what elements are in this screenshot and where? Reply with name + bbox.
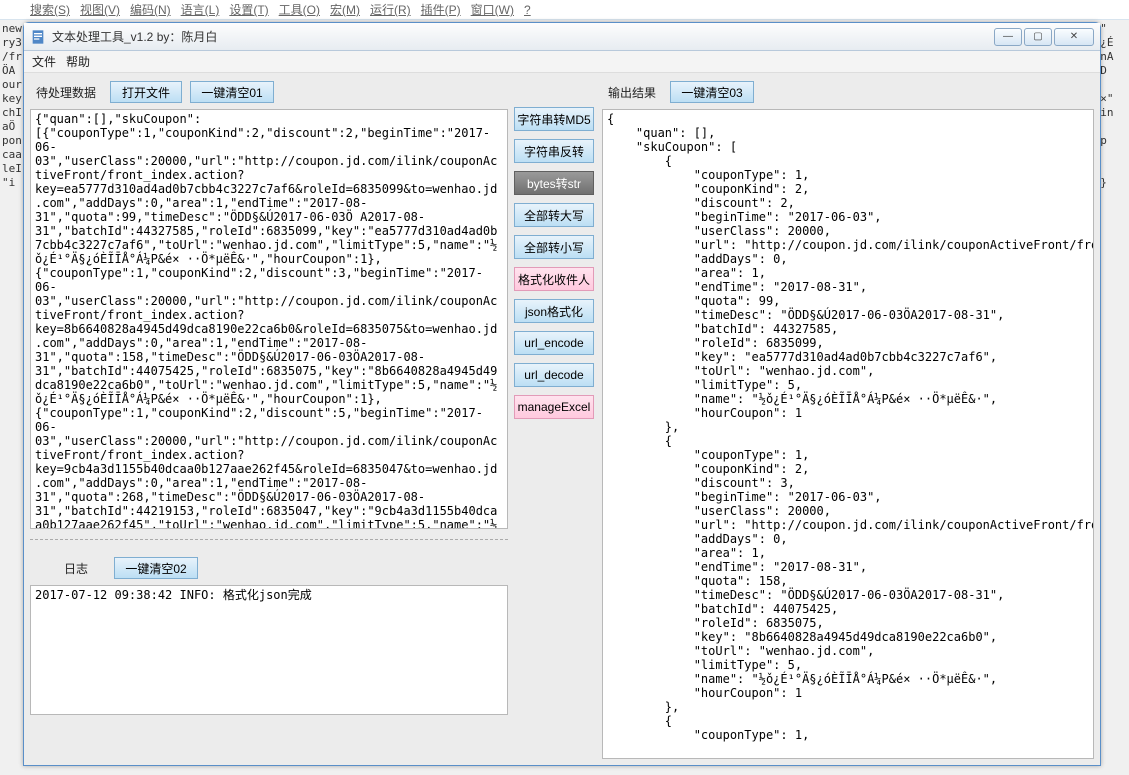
action-button-9[interactable]: manageExcel: [514, 395, 594, 419]
bg-menu-item[interactable]: 运行(R): [370, 1, 411, 18]
clear-output-button[interactable]: 一键清空03: [670, 81, 754, 103]
action-button-column: 字符串转MD5 字符串反转 bytes转str 全部转大写全部转小写格式化收件人 jso…: [514, 79, 596, 759]
background-menu-row: 搜索(S) 视图(V) 编码(N) 语言(L) 设置(T) 工具(O) 宏(M) 运行(R) 插…: [0, 0, 1129, 20]
action-button-6[interactable]: json格式化: [514, 299, 594, 323]
bg-menu-item[interactable]: 编码(N): [130, 1, 171, 18]
clear-input-button[interactable]: 一键清空01: [190, 81, 274, 103]
action-button-4[interactable]: 全部转小写: [514, 235, 594, 259]
bg-menu-item[interactable]: 语言(L): [181, 1, 220, 18]
log-textarea[interactable]: [30, 585, 508, 715]
bg-menu-item[interactable]: ?: [524, 3, 531, 17]
action-button-0[interactable]: 字符串转MD5: [514, 107, 594, 131]
action-button-8[interactable]: url_decode: [514, 363, 594, 387]
bg-menu-item[interactable]: 视图(V): [80, 1, 120, 18]
separator: [30, 539, 508, 551]
action-button-1[interactable]: 字符串反转: [514, 139, 594, 163]
app-menu-bar: 文件 帮助: [24, 51, 1100, 73]
log-label: 日志: [58, 560, 94, 577]
minimize-button[interactable]: —: [994, 28, 1022, 46]
menu-help[interactable]: 帮助: [66, 53, 90, 70]
app-icon: [30, 29, 46, 45]
action-button-5[interactable]: 格式化收件人: [514, 267, 594, 291]
input-label: 待处理数据: [30, 84, 102, 101]
action-button-3[interactable]: 全部转大写: [514, 203, 594, 227]
clear-log-button[interactable]: 一键清空02: [114, 557, 198, 579]
output-label: 输出结果: [602, 84, 662, 101]
action-button-7[interactable]: url_encode: [514, 331, 594, 355]
action-button-2[interactable]: bytes转str: [514, 171, 594, 195]
window-title: 文本处理工具_v1.2 by：陈月白: [52, 28, 994, 45]
open-file-button[interactable]: 打开文件: [110, 81, 182, 103]
close-button[interactable]: ✕: [1054, 28, 1094, 46]
maximize-button[interactable]: ▢: [1024, 28, 1052, 46]
bg-menu-item[interactable]: 插件(P): [421, 1, 461, 18]
bg-menu-item[interactable]: 宏(M): [330, 1, 360, 18]
bg-menu-item[interactable]: 工具(O): [279, 1, 320, 18]
input-textarea[interactable]: [30, 109, 508, 529]
titlebar[interactable]: 文本处理工具_v1.2 by：陈月白 — ▢ ✕: [24, 23, 1100, 51]
app-window: 文本处理工具_v1.2 by：陈月白 — ▢ ✕ 文件 帮助 待处理数据 打开文…: [23, 22, 1101, 766]
bg-menu-item[interactable]: 设置(T): [229, 1, 268, 18]
output-textarea[interactable]: [602, 109, 1094, 759]
bg-menu-item[interactable]: 窗口(W): [471, 1, 514, 18]
bg-menu-item[interactable]: 搜索(S): [30, 1, 70, 18]
menu-file[interactable]: 文件: [32, 53, 56, 70]
